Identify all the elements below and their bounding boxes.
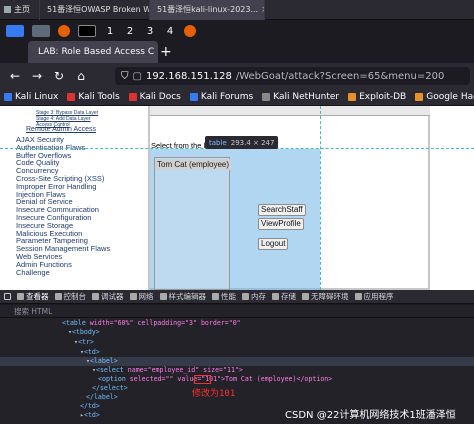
application-icon <box>354 293 362 300</box>
tooltip-size: 293.4 × 247 <box>230 138 275 147</box>
workspace-1[interactable]: 1 <box>102 26 118 37</box>
vm-tab-owasp[interactable]: 51番泽恒OWASP Broken We... × <box>40 0 150 20</box>
bookmark-kali-forums[interactable]: Kali Forums <box>189 92 253 102</box>
shield-icon: ⛉ <box>121 70 129 82</box>
annotation-note: 修改为101 <box>192 389 236 399</box>
kali-icon <box>189 93 198 101</box>
files-icon[interactable] <box>32 25 50 37</box>
browser-tab[interactable]: LAB: Role Based Access C × <box>28 41 158 63</box>
dom-line[interactable]: </label> <box>86 393 118 402</box>
watermark: CSDN @22计算机网络技术1班潘泽恒 <box>285 410 456 421</box>
console-icon <box>54 293 62 300</box>
inspector-icon <box>17 293 24 300</box>
inspector-guide-vertical <box>320 106 321 290</box>
url-host: 192.168.151.128 <box>145 70 232 82</box>
logout-button[interactable]: Logout <box>258 238 289 250</box>
home-icon[interactable]: ⌂ <box>74 69 88 83</box>
forward-icon[interactable]: → <box>30 69 44 83</box>
employee-select[interactable] <box>154 157 230 290</box>
tab-style-editor[interactable]: 样式编辑器 <box>159 291 206 302</box>
close-icon[interactable]: × <box>261 5 264 15</box>
tooltip-tag: table <box>209 138 227 147</box>
tab-accessibility[interactable]: 无障碍环境 <box>302 291 349 302</box>
vm-tab-kali[interactable]: 51番泽恒kali-linux-2023... × <box>150 0 265 20</box>
lesson-menu: AJAX Security Authentication Flaws Buffe… <box>16 136 110 276</box>
employee-option[interactable]: Tom Cat (employee) <box>155 159 232 170</box>
url-bar[interactable]: ⛉ ▢ 192.168.151.128 /WebGoat/attack?Scre… <box>115 67 470 85</box>
nethunter-icon <box>262 93 271 101</box>
dom-line[interactable]: ▸<td> <box>80 411 100 420</box>
tab-storage[interactable]: 存储 <box>272 291 296 302</box>
bookmark-kali-linux[interactable]: Kali Linux <box>4 92 58 102</box>
bookmarks-bar: Kali Linux Kali Tools Kali Docs Kali For… <box>0 89 474 106</box>
dom-line[interactable]: ▾<tbody> <box>68 328 100 337</box>
dom-line[interactable]: <option selected="" value="101">Tom Cat … <box>98 375 332 384</box>
devtools-toolbar: 查看器 控制台 调试器 网络 样式编辑器 性能 内存 存储 无障碍环境 应用程序 <box>0 290 474 304</box>
dom-line[interactable]: ▾<td> <box>80 348 100 357</box>
dom-tree: <table width="60%" cellpadding="3" borde… <box>0 318 474 424</box>
performance-icon <box>212 293 219 300</box>
html-search-input[interactable]: 搜索 HTML <box>0 305 474 318</box>
vm-tab-bar: 主页 51番泽恒OWASP Broken We... × 51番泽恒kali-l… <box>0 0 474 20</box>
kali-icon <box>4 93 12 101</box>
webgoat-page: Stage 3: Bypass Data Layer Stage 4: Add … <box>0 106 474 290</box>
dom-line[interactable]: </td> <box>80 402 100 411</box>
bookmark-exploit-db[interactable]: Exploit-DB <box>348 92 406 102</box>
tab-debugger[interactable]: 调试器 <box>92 291 124 302</box>
search-staff-button[interactable]: SearchStaff <box>258 204 306 216</box>
memory-icon <box>242 293 249 300</box>
url-path: /WebGoat/attack?Screen=65&menu=200 <box>235 70 445 82</box>
kali-icon <box>67 93 76 101</box>
ghdb-icon <box>415 93 424 101</box>
exploit-db-icon <box>348 93 357 101</box>
firefox-icon[interactable] <box>58 25 70 37</box>
bookmark-google-hacking-db[interactable]: Google Hacking DB <box>415 92 474 102</box>
remote-admin-link[interactable]: Remote Admin Access <box>26 126 96 133</box>
style-editor-icon <box>159 293 167 300</box>
debugger-icon <box>92 293 99 300</box>
view-profile-button[interactable]: ViewProfile <box>258 218 304 230</box>
inspector-tooltip: table 293.4 × 247 <box>205 136 279 149</box>
dom-line[interactable]: <table width="60%" cellpadding="3" borde… <box>62 319 241 328</box>
pick-element-icon[interactable] <box>4 293 11 300</box>
workspace-3[interactable]: 3 <box>142 26 158 37</box>
storage-icon <box>272 293 279 300</box>
home-icon <box>4 6 11 13</box>
kali-taskbar: 1 2 3 4 <box>0 20 198 42</box>
firefox-task-icon[interactable] <box>184 25 196 37</box>
dom-line[interactable]: ▾<tr> <box>74 338 94 347</box>
back-icon[interactable]: ← <box>8 69 22 83</box>
page-icon: ▢ <box>132 70 142 82</box>
dom-line-selected[interactable]: ▾<label> <box>86 357 118 366</box>
terminal-icon[interactable] <box>78 25 96 37</box>
tab-performance[interactable]: 性能 <box>212 291 236 302</box>
new-tab-button[interactable]: + <box>160 44 172 60</box>
tab-inspector[interactable]: 查看器 <box>17 291 49 302</box>
bookmark-kali-docs[interactable]: Kali Docs <box>128 92 181 102</box>
tab-memory[interactable]: 内存 <box>242 291 266 302</box>
workspace-2[interactable]: 2 <box>122 26 138 37</box>
tab-console[interactable]: 控制台 <box>54 291 86 302</box>
dom-line[interactable]: </select> <box>92 384 128 393</box>
tab-network[interactable]: 网络 <box>129 291 154 302</box>
kali-menu-icon[interactable] <box>6 25 24 37</box>
selected-node-highlight <box>0 357 474 366</box>
kali-icon <box>128 93 137 101</box>
bookmark-kali-nethunter[interactable]: Kali NetHunter <box>262 92 339 102</box>
annotation-box <box>194 375 211 384</box>
vm-tab-home[interactable]: 主页 <box>0 0 40 20</box>
dom-line[interactable]: ▾<select name="employee_id" size="11"> <box>92 366 243 375</box>
menu-item[interactable]: Challenge <box>16 268 110 277</box>
workspace-4[interactable]: 4 <box>162 26 178 37</box>
lesson-panel-header <box>150 106 430 116</box>
reload-icon[interactable]: ↻ <box>52 69 66 83</box>
accessibility-icon <box>302 293 309 300</box>
network-icon <box>129 293 137 300</box>
tab-application[interactable]: 应用程序 <box>354 291 394 302</box>
bookmark-kali-tools[interactable]: Kali Tools <box>67 92 120 102</box>
